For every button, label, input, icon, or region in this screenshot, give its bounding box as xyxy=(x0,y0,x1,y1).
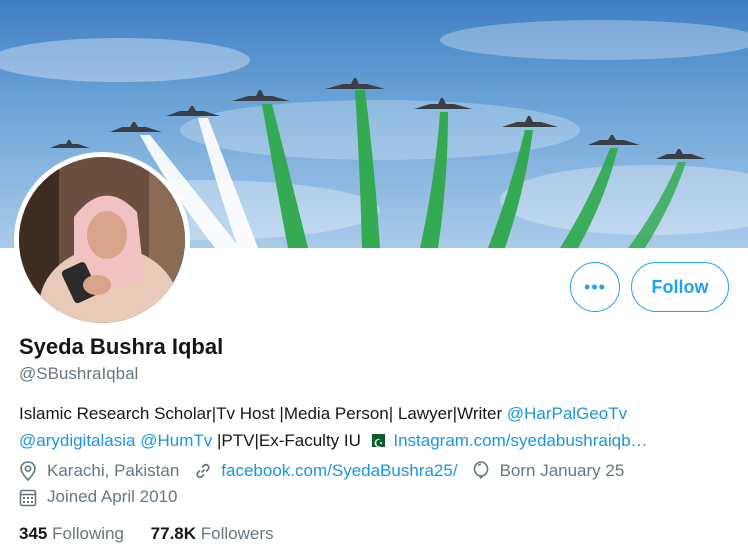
profile-meta: Karachi, Pakistan facebook.com/SyedaBush… xyxy=(19,461,638,481)
follow-button[interactable]: Follow xyxy=(631,262,729,312)
bio-text-2: |PTV|Ex-Faculty IU xyxy=(212,431,366,450)
birthday-text: Born January 25 xyxy=(499,461,625,480)
balloon-icon xyxy=(472,461,494,481)
calendar-icon xyxy=(19,487,41,507)
bio-mention-harpalgeotv[interactable]: @HarPalGeoTv xyxy=(507,404,627,423)
location-pin-icon xyxy=(19,461,41,481)
profile-avatar[interactable] xyxy=(14,152,190,328)
joined-text: Joined April 2010 xyxy=(47,487,178,506)
website-link[interactable]: facebook.com/SyedaBushra25/ xyxy=(221,461,457,481)
location-item: Karachi, Pakistan xyxy=(19,461,179,481)
followers-stat[interactable]: 77.8K Followers xyxy=(151,524,274,543)
profile-handle: @SBushraIqbal xyxy=(19,364,139,383)
following-label: Following xyxy=(52,524,124,543)
profile-meta-joined: Joined April 2010 xyxy=(19,487,191,507)
bio-instagram-link[interactable]: Instagram.com/syedabushraiqb… xyxy=(393,431,647,450)
profile-bio: Islamic Research Scholar|Tv Host |Media … xyxy=(19,400,739,458)
more-icon: ••• xyxy=(584,276,606,297)
profile-name: Syeda Bushra Iqbal xyxy=(19,334,224,359)
profile-stats: 345 Following 77.8K Followers xyxy=(19,524,296,544)
followers-count: 77.8K xyxy=(150,524,197,543)
following-stat[interactable]: 345 Following xyxy=(19,524,129,543)
more-options-button[interactable]: ••• xyxy=(570,262,620,312)
bio-mention-arydigitalasia[interactable]: @arydigitalasia xyxy=(19,431,135,450)
joined-item: Joined April 2010 xyxy=(19,487,177,507)
following-count: 345 xyxy=(19,524,48,543)
birthday-item: Born January 25 xyxy=(472,461,625,481)
link-icon xyxy=(193,461,215,481)
bio-mention-humtv[interactable]: @HumTv xyxy=(140,431,212,450)
bio-text: Islamic Research Scholar|Tv Host |Media … xyxy=(19,404,507,423)
pakistan-flag-icon xyxy=(367,431,385,458)
avatar-photo xyxy=(19,157,185,323)
website-item[interactable]: facebook.com/SyedaBushra25/ xyxy=(193,461,458,481)
location-text: Karachi, Pakistan xyxy=(47,461,180,480)
followers-label: Followers xyxy=(200,524,274,543)
